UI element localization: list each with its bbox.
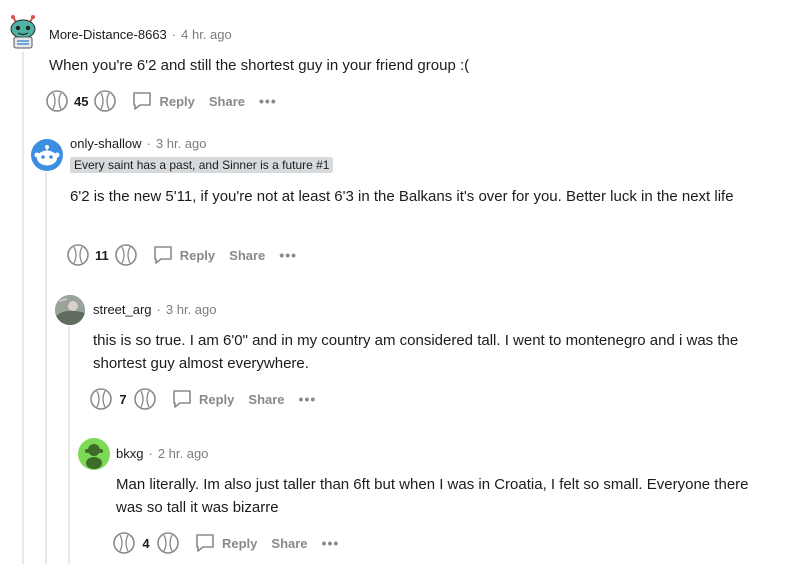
timestamp[interactable]: 3 hr. ago <box>156 136 207 151</box>
avatar[interactable] <box>78 438 110 470</box>
share-button[interactable]: Share <box>229 248 265 263</box>
vote-score: 11 <box>95 247 109 263</box>
upvote-icon[interactable] <box>89 387 113 411</box>
timestamp[interactable]: 4 hr. ago <box>181 27 232 42</box>
snoo-avatar-icon <box>10 15 36 49</box>
thread-line-level-0[interactable] <box>22 52 24 564</box>
reply-button[interactable]: Reply <box>131 90 195 112</box>
comment-bubble-icon <box>173 390 191 408</box>
share-label: Share <box>271 535 308 551</box>
upvote-icon[interactable] <box>45 89 69 113</box>
share-button[interactable]: Share <box>209 94 245 109</box>
user-flair: Every saint has a past, and Sinner is a … <box>70 157 334 173</box>
comment-body: 6'2 is the new 5'11, if you're not at le… <box>70 188 734 205</box>
username[interactable]: bkxg <box>116 446 143 461</box>
avatar[interactable] <box>7 13 39 49</box>
more-options-button[interactable]: ••• <box>299 391 317 407</box>
comment-body: When you're 6'2 and still the shortest g… <box>49 57 470 74</box>
comment-actions: 4 Reply Share ••• <box>112 531 339 555</box>
thread-line-level-1[interactable] <box>45 172 47 564</box>
reply-label: Reply <box>179 247 216 263</box>
share-button[interactable]: Share <box>271 536 307 551</box>
more-options-button[interactable]: ••• <box>322 535 340 551</box>
meta-separator: · <box>171 27 177 42</box>
reply-label: Reply <box>159 93 195 109</box>
meta-separator: · <box>156 302 161 317</box>
comment-actions: 7 Reply Share ••• <box>89 387 316 411</box>
more-options-button[interactable]: ••• <box>259 93 277 109</box>
comment-body: Man literally. Im also just taller than … <box>116 476 749 516</box>
downvote-icon[interactable] <box>156 531 180 555</box>
meta-separator: · <box>146 136 151 151</box>
comment-bubble-icon <box>196 534 214 552</box>
snoo-avatar-icon <box>85 444 103 469</box>
comment-bubble-icon <box>153 246 172 264</box>
avatar[interactable] <box>31 139 63 171</box>
avatar[interactable] <box>55 295 85 325</box>
share-label: Share <box>208 93 246 109</box>
downvote-icon[interactable] <box>114 243 138 267</box>
comment-actions: 11 Reply Share ••• <box>66 243 297 267</box>
more-options-button[interactable]: ••• <box>279 247 297 263</box>
share-label: Share <box>248 391 285 407</box>
username[interactable]: only-shallow <box>70 136 142 151</box>
comment-body: this is so true. I am 6'0" and in my cou… <box>93 332 739 372</box>
reply-button[interactable]: Reply <box>152 244 215 266</box>
profile-photo-icon <box>55 295 85 325</box>
upvote-icon[interactable] <box>66 243 90 267</box>
share-button[interactable]: Share <box>248 392 284 407</box>
upvote-icon[interactable] <box>112 531 136 555</box>
reply-button[interactable]: Reply <box>194 532 257 554</box>
downvote-icon[interactable] <box>133 387 157 411</box>
comment-bubble-icon <box>133 92 152 110</box>
vote-score: 7 <box>119 391 127 407</box>
share-label: Share <box>229 247 266 263</box>
downvote-icon[interactable] <box>93 89 117 113</box>
reply-label: Reply <box>222 535 258 551</box>
comment-actions: 45 Reply Share ••• <box>45 89 277 113</box>
reply-button[interactable]: Reply <box>171 388 234 410</box>
thread-line-level-2[interactable] <box>68 326 70 564</box>
vote-score: 4 <box>142 535 150 551</box>
vote-score: 45 <box>74 93 89 109</box>
snoo-avatar-icon <box>34 145 60 166</box>
timestamp[interactable]: 2 hr. ago <box>158 446 209 461</box>
username[interactable]: street_arg <box>93 302 152 317</box>
reply-label: Reply <box>199 391 235 407</box>
meta-separator: · <box>148 446 153 461</box>
timestamp[interactable]: 3 hr. ago <box>166 302 217 317</box>
username[interactable]: More-Distance-8663 <box>49 27 167 42</box>
